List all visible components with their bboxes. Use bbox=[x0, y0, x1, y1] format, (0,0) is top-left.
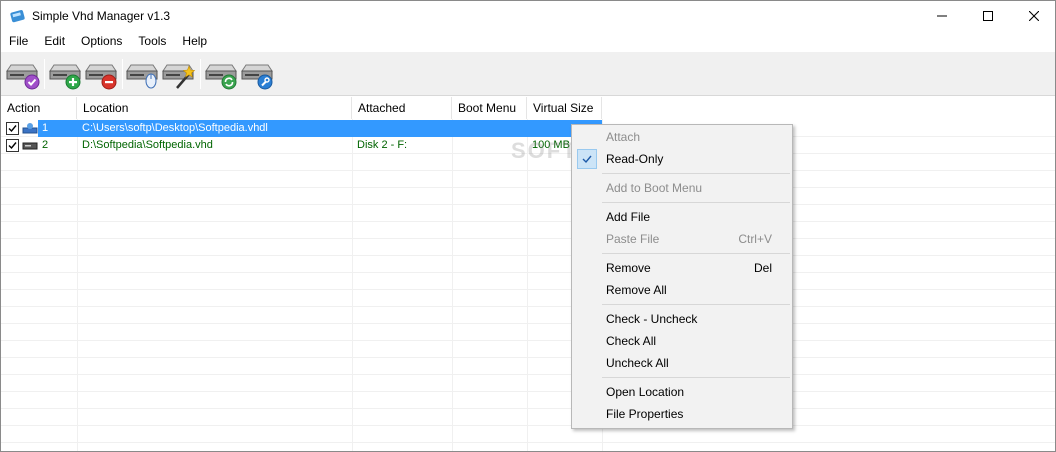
menu-item-open-location[interactable]: Open Location bbox=[574, 381, 790, 403]
menu-item-remove[interactable]: Remove Del bbox=[574, 257, 790, 279]
checkmark-icon bbox=[8, 142, 17, 150]
add-disk-button[interactable] bbox=[48, 57, 84, 91]
menu-item-add-file[interactable]: Add File bbox=[574, 206, 790, 228]
column-header-location[interactable]: Location bbox=[77, 97, 352, 119]
remove-shortcut: Del bbox=[753, 261, 772, 275]
menu-item-file-properties[interactable]: File Properties bbox=[574, 403, 790, 425]
magic-disk-button[interactable] bbox=[161, 57, 197, 91]
row-location: D:\Softpedia\Softpedia.vhd bbox=[82, 139, 213, 151]
menu-help[interactable]: Help bbox=[174, 32, 215, 51]
menu-tools[interactable]: Tools bbox=[130, 32, 174, 51]
column-header-boot-menu[interactable]: Boot Menu bbox=[452, 97, 527, 119]
close-button[interactable] bbox=[1011, 1, 1056, 31]
wrench-icon bbox=[241, 64, 273, 90]
row-attached bbox=[353, 120, 452, 137]
menu-item-paste-file[interactable]: Paste File Ctrl+V bbox=[574, 228, 790, 250]
column-header-action[interactable]: Action bbox=[1, 97, 77, 119]
checkmark-icon bbox=[577, 149, 597, 169]
menu-item-read-only[interactable]: Read-Only bbox=[574, 148, 790, 170]
maximize-icon bbox=[983, 11, 993, 21]
column-header-attached[interactable]: Attached bbox=[352, 97, 452, 119]
row-attached: Disk 2 - F: bbox=[357, 139, 408, 151]
title-bar: Simple Vhd Manager v1.3 bbox=[1, 1, 1055, 31]
hard-drive-icon bbox=[22, 140, 38, 154]
vhd-attach-icon bbox=[22, 122, 38, 138]
toolbar bbox=[1, 52, 1055, 96]
boot-disk-icon bbox=[126, 64, 158, 89]
menu-item-attach[interactable]: Attach bbox=[574, 126, 790, 148]
context-menu: Attach Read-Only Add to Boot Menu Add Fi… bbox=[571, 124, 793, 429]
remove-disk-icon bbox=[85, 64, 117, 90]
menu-item-uncheck-all[interactable]: Uncheck All bbox=[574, 352, 790, 374]
close-icon bbox=[1029, 11, 1039, 21]
menu-item-add-to-boot[interactable]: Add to Boot Menu bbox=[574, 177, 790, 199]
refresh-disk-button[interactable] bbox=[204, 57, 240, 91]
row-location: C:\Users\softp\Desktop\Softpedia.vhdl bbox=[82, 122, 268, 134]
minimize-icon bbox=[937, 15, 947, 17]
row-number: 2 bbox=[42, 139, 49, 151]
attach-disk-button[interactable] bbox=[5, 57, 41, 91]
settings-disk-button[interactable] bbox=[240, 57, 276, 91]
paste-shortcut: Ctrl+V bbox=[738, 232, 772, 246]
menu-bar: File Edit Options Tools Help bbox=[1, 32, 1055, 51]
row-boot-menu bbox=[453, 120, 527, 137]
refresh-icon bbox=[205, 64, 237, 90]
row-checkbox[interactable] bbox=[6, 122, 19, 135]
menu-item-check-uncheck[interactable]: Check - Uncheck bbox=[574, 308, 790, 330]
menu-item-check-all[interactable]: Check All bbox=[574, 330, 790, 352]
column-header-virtual-size[interactable]: Virtual Size bbox=[527, 97, 602, 119]
add-disk-icon bbox=[49, 64, 81, 90]
app-icon bbox=[10, 8, 26, 24]
remove-disk-button[interactable] bbox=[84, 57, 120, 91]
app-window: Simple Vhd Manager v1.3 File Edit Option… bbox=[0, 0, 1056, 452]
row-number: 1 bbox=[42, 122, 49, 134]
menu-options[interactable]: Options bbox=[73, 32, 130, 51]
row-checkbox[interactable] bbox=[6, 139, 19, 152]
minimize-button[interactable] bbox=[919, 1, 965, 31]
menu-file[interactable]: File bbox=[1, 32, 36, 51]
table-row[interactable]: 1 C:\Users\softp\Desktop\Softpedia.vhdl bbox=[1, 120, 1055, 137]
menu-edit[interactable]: Edit bbox=[36, 32, 73, 51]
attach-disk-icon bbox=[6, 64, 40, 90]
menu-item-remove-all[interactable]: Remove All bbox=[574, 279, 790, 301]
checkmark-icon bbox=[8, 125, 17, 133]
window-title: Simple Vhd Manager v1.3 bbox=[32, 9, 171, 23]
boot-disk-button[interactable] bbox=[125, 57, 161, 91]
maximize-button[interactable] bbox=[965, 1, 1011, 31]
magic-wand-icon bbox=[162, 64, 196, 89]
